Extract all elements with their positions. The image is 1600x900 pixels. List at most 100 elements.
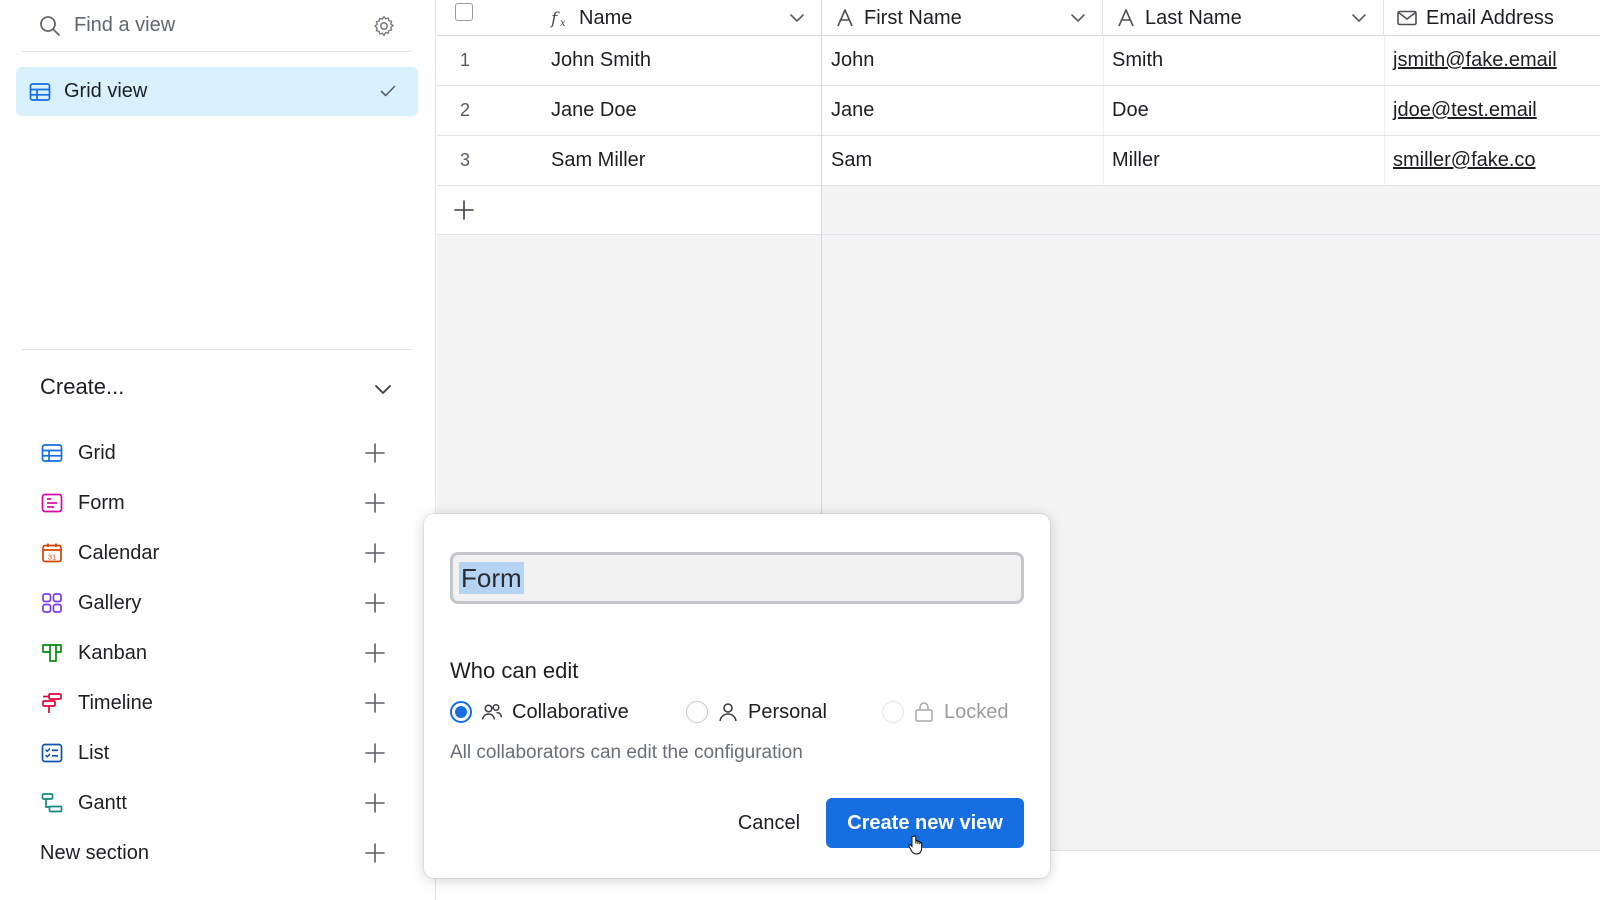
add-record-row[interactable] <box>437 186 1600 235</box>
timeline-icon <box>42 693 62 713</box>
column-divider <box>1103 86 1104 135</box>
new-section-item[interactable]: New section <box>40 828 396 878</box>
form-icon <box>41 493 63 513</box>
create-form-item[interactable]: Form <box>40 478 396 528</box>
view-name-selected-text[interactable]: Form <box>459 562 524 594</box>
svg-text:x: x <box>560 18 566 29</box>
views-sidebar: Grid view Create... Grid Form 31 Calenda… <box>0 0 436 900</box>
plus-icon[interactable] <box>364 442 386 464</box>
permission-options: Collaborative Personal Locked <box>450 696 1030 728</box>
cell-name[interactable]: Jane Doe <box>551 86 637 135</box>
personal-radio[interactable] <box>686 701 708 723</box>
plus-icon[interactable] <box>364 492 386 514</box>
create-kanban-item[interactable]: Kanban <box>40 628 396 678</box>
column-divider <box>1103 136 1104 185</box>
cell-last-name[interactable]: Miller <box>1112 136 1160 185</box>
cancel-button[interactable]: Cancel <box>714 798 824 848</box>
column-header-last-name[interactable]: Last Name <box>1103 0 1384 36</box>
cell-email-link[interactable]: jdoe@test.email <box>1393 86 1537 135</box>
gear-icon[interactable] <box>372 14 396 38</box>
cell-first-name[interactable]: John <box>831 36 874 85</box>
chevron-down-icon[interactable] <box>787 8 807 28</box>
plus-icon[interactable] <box>453 199 475 221</box>
plus-icon[interactable] <box>364 642 386 664</box>
email-icon <box>1397 10 1417 26</box>
create-list-item[interactable]: List <box>40 728 396 778</box>
cell-name[interactable]: Sam Miller <box>551 136 645 185</box>
column-divider <box>1384 136 1385 185</box>
create-item-label: Grid <box>78 441 116 464</box>
column-header-first-name[interactable]: First Name <box>822 0 1103 36</box>
create-calendar-item[interactable]: 31 Calendar <box>40 528 396 578</box>
table-row[interactable]: 3 Sam Miller Sam Miller smiller@fake.co <box>437 136 1600 186</box>
locked-radio <box>882 701 904 723</box>
cell-last-name[interactable]: Doe <box>1112 86 1149 135</box>
chevron-down-icon[interactable] <box>1068 8 1088 28</box>
select-all-checkbox[interactable] <box>455 3 473 21</box>
find-view-input[interactable] <box>74 14 354 37</box>
cell-name[interactable]: John Smith <box>551 36 651 85</box>
view-name-input[interactable]: Form <box>450 552 1024 604</box>
sidebar-item-grid-view[interactable]: Grid view <box>16 67 418 116</box>
collaborators-icon <box>481 703 503 720</box>
create-timeline-item[interactable]: Timeline <box>40 678 396 728</box>
grid-icon <box>41 444 63 462</box>
kanban-icon <box>42 644 62 662</box>
create-item-label: Timeline <box>78 691 153 714</box>
create-view-list: Grid Form 31 Calendar Gallery Kanban Tim… <box>40 428 396 828</box>
who-can-edit-label: Who can edit <box>450 658 579 683</box>
option-personal[interactable]: Personal <box>686 696 827 728</box>
sidebar-item-label: Grid view <box>64 80 148 102</box>
create-section-title[interactable]: Create... <box>40 374 124 400</box>
column-label: Last Name <box>1145 6 1242 29</box>
create-gallery-item[interactable]: Gallery <box>40 578 396 628</box>
plus-icon[interactable] <box>364 742 386 764</box>
table-row[interactable]: 2 Jane Doe Jane Doe jdoe@test.email <box>437 86 1600 136</box>
grid-rows: 1 John Smith John Smith jsmith@fake.emai… <box>437 36 1600 235</box>
cell-email-link[interactable]: jsmith@fake.email <box>1393 36 1557 85</box>
hand-cursor-icon <box>908 835 923 855</box>
create-grid-item[interactable]: Grid <box>40 428 396 478</box>
column-header-name[interactable]: fx Name <box>537 0 822 36</box>
table-row[interactable]: 1 John Smith John Smith jsmith@fake.emai… <box>437 36 1600 86</box>
create-view-dialog: Form Who can edit Collaborative Personal… <box>424 514 1050 878</box>
plus-icon[interactable] <box>364 592 386 614</box>
lock-icon <box>915 702 933 722</box>
find-view-row <box>22 0 412 52</box>
chevron-down-icon[interactable] <box>372 378 394 400</box>
plus-icon[interactable] <box>364 792 386 814</box>
cell-first-name[interactable]: Sam <box>831 136 872 185</box>
column-divider <box>1103 36 1104 85</box>
option-locked: Locked <box>882 696 1009 728</box>
create-item-label: List <box>78 741 110 764</box>
plus-icon[interactable] <box>364 842 386 864</box>
collaborative-radio[interactable] <box>450 701 472 723</box>
create-item-label: Form <box>78 491 125 514</box>
svg-text:f: f <box>549 9 560 29</box>
cell-last-name[interactable]: Smith <box>1112 36 1163 85</box>
text-field-icon <box>837 9 853 27</box>
add-record-cell[interactable] <box>437 186 821 234</box>
column-label: Name <box>579 6 633 29</box>
sidebar-divider <box>22 349 412 350</box>
plus-icon[interactable] <box>364 692 386 714</box>
column-header-email[interactable]: Email Address <box>1384 0 1600 36</box>
permission-hint: All collaborators can edit the configura… <box>450 742 803 763</box>
create-item-label: Gantt <box>78 791 127 814</box>
option-label: Personal <box>748 700 827 723</box>
list-icon <box>41 743 63 763</box>
create-item-label: Gallery <box>78 591 142 614</box>
svg-text:31: 31 <box>48 553 56 562</box>
grid-icon <box>29 82 51 101</box>
column-label: Email Address <box>1426 6 1554 29</box>
chevron-down-icon[interactable] <box>1349 8 1369 28</box>
search-icon <box>40 15 60 36</box>
create-gantt-item[interactable]: Gantt <box>40 778 396 828</box>
cell-email-link[interactable]: smiller@fake.co <box>1393 136 1536 185</box>
cell-first-name[interactable]: Jane <box>831 86 874 135</box>
plus-icon[interactable] <box>364 542 386 564</box>
grid-header: fx Name First Name Last Name Email Addre… <box>437 0 1600 36</box>
row-number: 2 <box>459 100 470 120</box>
option-collaborative[interactable]: Collaborative <box>450 696 629 728</box>
column-divider <box>1384 86 1385 135</box>
